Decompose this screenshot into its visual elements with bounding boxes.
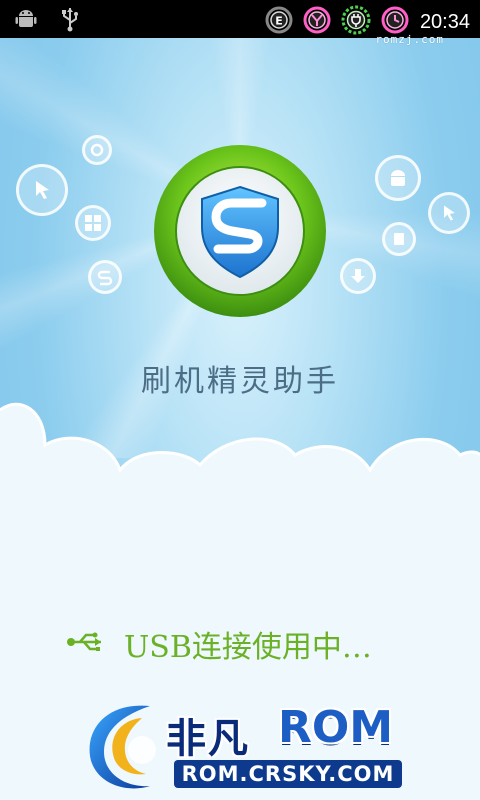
brand-name-rom: ROM (278, 702, 394, 753)
e-network-icon: E (264, 5, 294, 39)
brand-url: ROM.CRSKY.COM (174, 760, 402, 788)
usb-status: USB连接使用中… (66, 622, 372, 666)
download-bubble-icon (340, 258, 376, 294)
usb-icon (60, 6, 80, 36)
app-logo (152, 143, 328, 319)
svg-text:E: E (275, 15, 283, 28)
watermark-text: romzj.com (375, 33, 444, 46)
document-bubble-icon (382, 222, 416, 256)
signal-icon (302, 5, 332, 39)
app-title: 刷机精灵助手 (141, 364, 339, 399)
cursor-bubble-icon (16, 164, 68, 216)
android-bubble-icon (375, 155, 421, 201)
usb-connector-icon (66, 630, 112, 658)
cursor-bubble-right-icon (428, 192, 470, 234)
brand-swirl-icon (89, 705, 156, 789)
usb-status-text: USB连接使用中… (124, 630, 372, 665)
s-bubble-icon (88, 260, 122, 294)
android-icon (14, 7, 38, 35)
settings-bubble-icon (82, 135, 112, 165)
battery-charging-icon (340, 4, 372, 40)
brand-name-cn: 非凡 (166, 716, 250, 762)
windows-bubble-icon (75, 205, 111, 241)
status-clock: 20:34 (419, 10, 470, 33)
brand-logo: 非凡 ROM ROM.CRSKY.COM (80, 696, 402, 796)
